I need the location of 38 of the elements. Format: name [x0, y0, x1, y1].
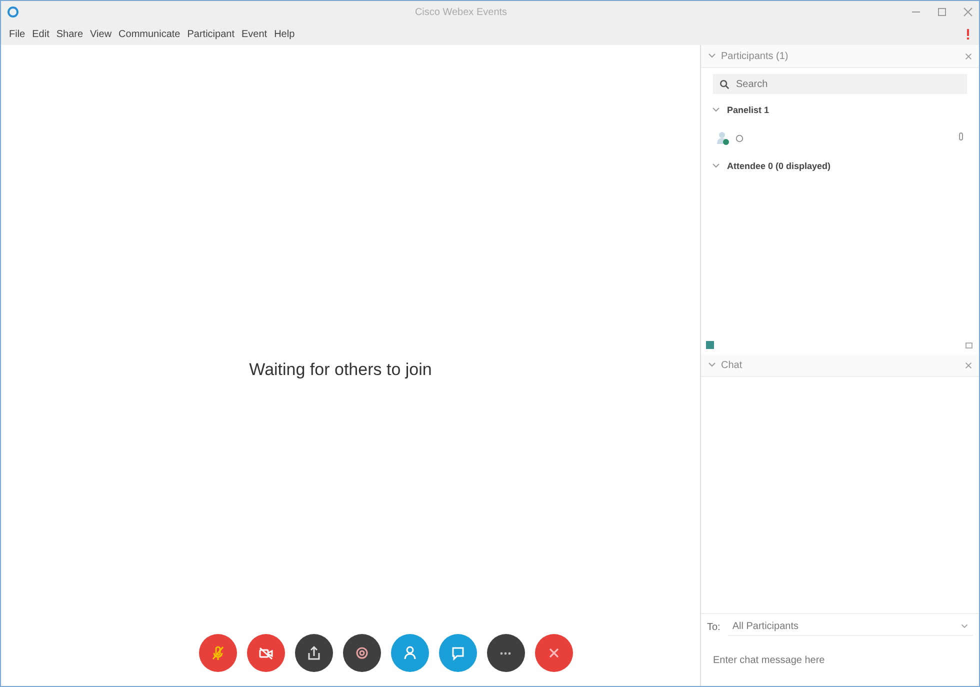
panel-title: Participants (1)	[721, 50, 790, 62]
popout-icon[interactable]	[965, 340, 975, 350]
menu-item[interactable]: File	[9, 28, 26, 40]
share-button[interactable]	[294, 634, 332, 672]
panel-title: Chat	[721, 360, 744, 370]
menu-item[interactable]: Communicate	[118, 28, 180, 40]
user-avatar-icon	[715, 130, 731, 146]
close-icon[interactable]	[964, 52, 973, 60]
menu-item[interactable]: View	[90, 28, 112, 40]
status-icon	[705, 340, 715, 350]
menu-item[interactable]: Share	[56, 28, 84, 40]
leave-button[interactable]	[534, 634, 572, 672]
waiting-message: Waiting for others to join	[249, 360, 432, 380]
video-button[interactable]	[246, 634, 284, 672]
group-label: Attendee 0 (0 displayed)	[727, 161, 831, 171]
window-title: Cisco Webex Events	[414, 6, 508, 18]
participants-button[interactable]	[390, 634, 428, 672]
search-field[interactable]: Search	[734, 78, 961, 90]
to-label: To:	[707, 622, 720, 632]
more-button[interactable]	[486, 634, 524, 672]
group-label: Panelist 1	[727, 105, 770, 115]
app-logo-icon	[7, 6, 19, 18]
maximize-icon[interactable]	[937, 7, 947, 17]
chat-button[interactable]	[438, 634, 476, 672]
search-box[interactable]: Search	[713, 74, 967, 94]
menu-item[interactable]: Edit	[32, 28, 50, 40]
menu-item[interactable]: Participant	[187, 28, 234, 40]
menu-item[interactable]: Event	[242, 28, 268, 40]
mic-button[interactable]	[198, 634, 236, 672]
recipient-dropdown[interactable]: All Participants	[728, 618, 973, 636]
menu-item[interactable]: Help	[274, 28, 295, 40]
dropdown-icon	[960, 622, 969, 631]
more-icon	[500, 652, 511, 654]
record-button[interactable]	[342, 634, 380, 672]
close-icon[interactable]	[964, 360, 973, 370]
close-icon[interactable]	[963, 7, 973, 17]
search-icon	[719, 78, 730, 90]
alert-icon[interactable]	[965, 28, 971, 40]
